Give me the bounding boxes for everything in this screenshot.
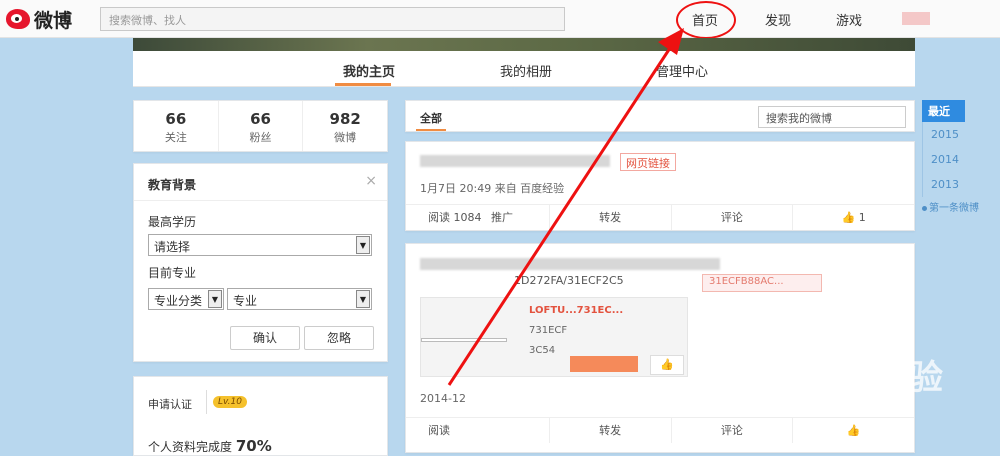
profile-cover-image xyxy=(133,38,915,51)
stat-posts[interactable]: 982 微博 xyxy=(303,101,387,151)
logo-text: 微博 xyxy=(34,9,73,32)
divider xyxy=(206,390,207,414)
completion-percent: 70% xyxy=(235,437,272,455)
link-thumbnail xyxy=(421,338,507,342)
dot-icon xyxy=(922,206,927,211)
feed-header: 全部 搜索我的微博 xyxy=(405,100,915,132)
verification-card: 申请认证 Lv.10 个人资料完成度 70% xyxy=(133,376,388,456)
search-input[interactable]: 搜索微博、找人 xyxy=(100,7,565,31)
top-navbar: 微博 搜索微博、找人 首页 发现 游戏 xyxy=(0,0,1000,39)
nav-games[interactable]: 游戏 xyxy=(836,10,862,29)
post-action-bar: 阅读 1084 推广 转发 评论 👍 1 xyxy=(406,204,914,230)
education-card: 教育背景 × 最高学历 请选择 ▼ 目前专业 专业分类 ▼ 专业 ▼ 确认 忽略 xyxy=(133,163,388,362)
annotation-circle xyxy=(676,1,736,39)
stat-followers-count: 66 xyxy=(250,110,271,128)
degree-select[interactable]: 请选择 ▼ xyxy=(148,234,372,256)
divider xyxy=(134,200,387,201)
post-text: 1D272FA/31ECF2C5 xyxy=(514,274,624,287)
web-link-tag[interactable]: 网页链接 xyxy=(620,153,676,171)
shared-subtitle: 731ECF xyxy=(529,325,568,336)
timeline-first-post[interactable]: 第一条微博 xyxy=(922,197,979,214)
timeline-year-2015[interactable]: 2015 xyxy=(922,122,967,147)
chevron-down-icon: ▼ xyxy=(356,290,370,308)
stat-followers[interactable]: 66 粉丝 xyxy=(219,101,304,151)
chevron-down-icon: ▼ xyxy=(208,290,222,308)
watermark-url: jingyan.baidu.com xyxy=(770,403,890,418)
shared-subtitle-2: 3C54 xyxy=(529,345,556,356)
degree-label: 最高学历 xyxy=(148,215,197,229)
timeline-year-2013[interactable]: 2013 xyxy=(922,172,967,197)
blurred-highlight xyxy=(570,356,638,372)
close-icon[interactable]: × xyxy=(365,173,377,189)
active-tab-indicator xyxy=(416,129,446,131)
baidu-watermark: Baidu经验 jingyan.baidu.com xyxy=(760,330,1000,440)
blurred-text xyxy=(420,258,720,270)
stat-posts-label: 微博 xyxy=(334,131,357,144)
repost-button[interactable]: 转发 xyxy=(550,418,672,443)
level-badge[interactable]: Lv.10 xyxy=(213,396,247,408)
major-category-select[interactable]: 专业分类 ▼ xyxy=(148,288,224,310)
timeline-recent[interactable]: 最近 xyxy=(922,100,965,122)
blurred-text xyxy=(420,155,610,167)
completion-label: 个人资料完成度 xyxy=(148,440,233,454)
major-select-value: 专业 xyxy=(233,294,258,308)
repost-button[interactable]: 转发 xyxy=(550,205,672,230)
read-count: 阅读 1084 推广 xyxy=(406,205,550,230)
shared-link-card[interactable]: LOFTU...731EC... 731ECF 3C54 xyxy=(420,297,688,377)
link-tag[interactable]: 31ECFB88AC... xyxy=(702,274,822,292)
read-count: 阅读 xyxy=(406,418,550,443)
nav-discover[interactable]: 发现 xyxy=(765,10,791,29)
education-title: 教育背景 xyxy=(148,178,197,192)
promote-link[interactable]: 推广 xyxy=(491,211,513,224)
major-select[interactable]: 专业 ▼ xyxy=(227,288,372,310)
post-card: 网页链接 1月7日 20:49 来自 百度经验 阅读 1084 推广 转发 评论… xyxy=(405,141,915,231)
user-name-blurred[interactable] xyxy=(902,12,930,25)
comment-button[interactable]: 评论 xyxy=(672,205,794,230)
stat-following-label: 关注 xyxy=(164,131,187,144)
tab-my-home[interactable]: 我的主页 xyxy=(343,61,395,80)
post-meta[interactable]: 1月7日 20:49 来自 百度经验 xyxy=(420,180,564,196)
active-tab-indicator xyxy=(335,83,391,86)
timeline-year-2014[interactable]: 2014 xyxy=(922,147,967,172)
like-count: 1 xyxy=(858,211,866,224)
post-date[interactable]: 2014-12 xyxy=(420,392,466,405)
shared-title[interactable]: LOFTU...731EC... xyxy=(529,305,623,316)
degree-select-value: 请选择 xyxy=(154,240,191,254)
thumbs-up-icon: 👍 xyxy=(660,358,674,371)
feed-search-input[interactable]: 搜索我的微博 xyxy=(758,106,906,128)
read-label: 阅读 1084 xyxy=(428,211,482,224)
tab-management[interactable]: 管理中心 xyxy=(656,61,708,80)
first-post-label: 第一条微博 xyxy=(929,203,979,214)
year-timeline: 最近 2015 2014 2013 第一条微博 xyxy=(922,100,979,214)
stat-following[interactable]: 66 关注 xyxy=(134,101,219,151)
major-category-value: 专业分类 xyxy=(154,294,203,308)
weibo-logo[interactable]: 微博 xyxy=(6,6,86,32)
confirm-button[interactable]: 确认 xyxy=(230,326,300,350)
profile-stats: 66 关注 66 粉丝 982 微博 xyxy=(133,100,388,152)
stat-posts-count: 982 xyxy=(329,110,361,128)
weibo-eye-icon xyxy=(6,9,30,29)
tab-all[interactable]: 全部 xyxy=(420,110,442,126)
share-like-button[interactable]: 👍 xyxy=(650,355,684,375)
apply-verification-link[interactable]: 申请认证 xyxy=(148,396,192,412)
stat-following-count: 66 xyxy=(165,110,187,128)
ignore-button[interactable]: 忽略 xyxy=(304,326,374,350)
thumbs-up-icon: 👍 xyxy=(841,211,856,224)
chevron-down-icon: ▼ xyxy=(356,236,370,254)
watermark-logo: Baidu经验 xyxy=(766,358,944,398)
profile-tabs: 我的主页 我的相册 管理中心 xyxy=(133,51,915,87)
major-label: 目前专业 xyxy=(148,266,197,280)
profile-completion: 个人资料完成度 70% xyxy=(148,437,272,455)
stat-followers-label: 粉丝 xyxy=(249,131,272,144)
tab-album[interactable]: 我的相册 xyxy=(500,61,552,80)
like-button[interactable]: 👍 1 xyxy=(793,205,914,230)
